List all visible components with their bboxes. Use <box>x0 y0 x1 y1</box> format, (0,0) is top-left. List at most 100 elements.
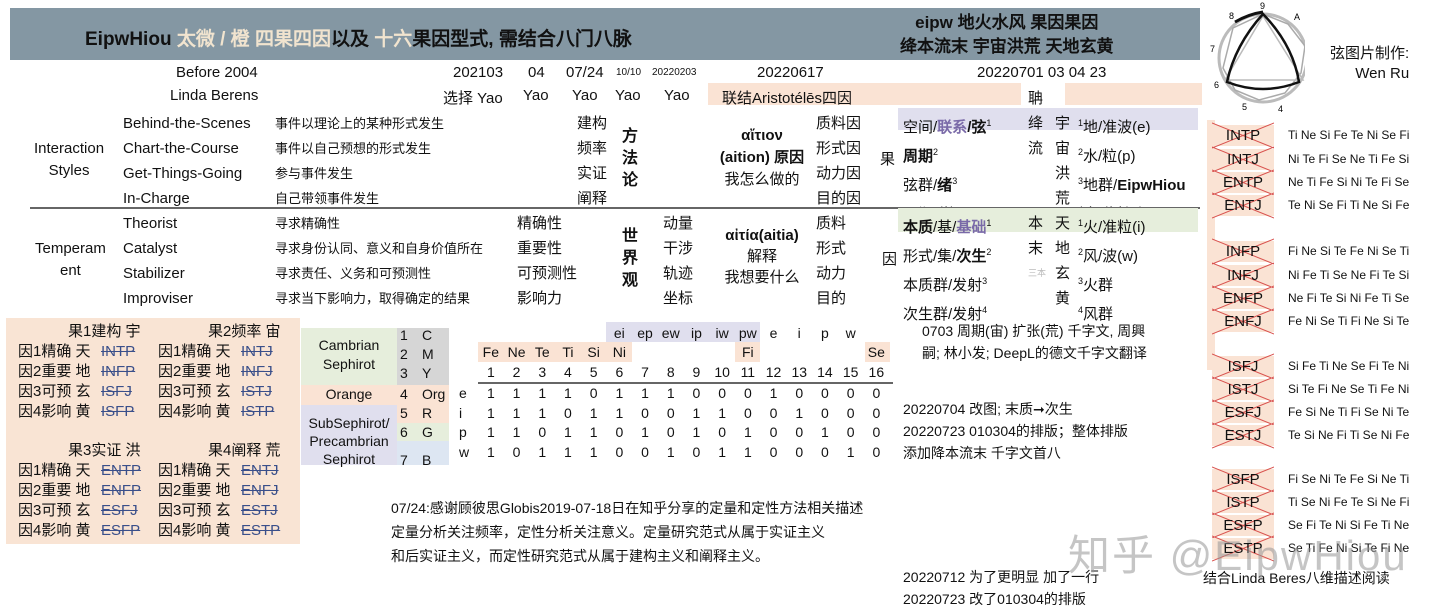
motion-term: 坐标 <box>663 290 694 307</box>
column-index: 1 <box>486 364 495 380</box>
char: 洪 <box>1055 165 1071 182</box>
binary-cell: 1 <box>589 443 598 460</box>
aition-meaning: 我怎么做的 <box>724 171 800 188</box>
sephirot-color-code: Org <box>422 386 446 402</box>
sephirot-color-code: Y <box>422 365 432 381</box>
char: 玄 <box>1055 265 1071 282</box>
cause-item: 目的 <box>816 290 847 307</box>
element: 火群 <box>1083 277 1114 294</box>
element: 风/波(w) <box>1083 248 1139 265</box>
mbti-type-struck: ENFJ <box>241 482 279 499</box>
subsephirot-label: SubSephirot/ Precambrian Sephirot <box>301 414 397 468</box>
binary-cell: 0 <box>769 404 778 421</box>
sephirot-color-code: B <box>422 452 432 468</box>
column-index: 8 <box>666 364 675 380</box>
column-index: 15 <box>842 364 859 380</box>
sephirot-number: 3 <box>400 365 408 381</box>
date-20220617: 20220617 <box>757 64 824 81</box>
function-label: Fi <box>742 344 754 360</box>
label-line: ent <box>60 262 81 279</box>
pair-label: ew <box>661 325 680 341</box>
title-mid: 以及 <box>330 29 369 50</box>
mbti-function-sequence: Te Ni Se Fi Ti Ne Si Fe <box>1288 198 1410 212</box>
timeline-author: Linda Berens <box>170 87 259 104</box>
term: 本质群/发射 <box>903 277 983 294</box>
style-name: Chart-the-Course <box>123 140 239 157</box>
row-label: p <box>459 424 467 440</box>
fruit-label: 果 <box>880 151 896 168</box>
subtitle-line-2: 绛本流末 宇宙洪荒 天地玄黄 <box>900 37 1114 56</box>
binary-cell: 0 <box>769 424 778 440</box>
char: 绛 <box>1028 115 1044 132</box>
binary-cell: 1 <box>743 443 752 460</box>
binary-cell: 0 <box>846 424 855 440</box>
binary-cell: 0 <box>795 385 804 401</box>
binary-cell: 1 <box>718 443 727 460</box>
pin-label: 聃 <box>1028 90 1044 107</box>
char: 宙 <box>1055 140 1071 157</box>
note-line: 0703 周期(宙) 扩张(荒) 千字文, 周興 <box>922 323 1146 339</box>
mbti-type-istj: ISTJ <box>1212 376 1274 403</box>
subtitle-line-1: eipw 地火水风 果因果因 <box>915 13 1099 32</box>
term-period: 周期 <box>903 148 934 165</box>
mbti-type-label: ESFJ <box>1224 404 1262 421</box>
binary-cell: 1 <box>512 424 521 440</box>
pair-label: pw <box>738 325 757 341</box>
mbti-type-esfj: ESFJ <box>1212 399 1274 426</box>
binary-cell: 1 <box>821 424 829 440</box>
binary-cell: 0 <box>821 404 829 421</box>
style-key: 建构 <box>577 115 608 132</box>
mbti-type-struck: ESTP <box>241 522 281 539</box>
temperament-name: Catalyst <box>123 240 178 257</box>
binary-cell: 1 <box>486 385 495 401</box>
binary-cell: 1 <box>564 424 572 440</box>
style-desc: 参与事件发生 <box>275 166 354 181</box>
fruit-title: 果3实证 洪 <box>68 442 141 459</box>
sephirot-color-code: M <box>422 346 434 362</box>
mbti-function-sequence: Ti Se Ni Fe Te Si Ne Fi <box>1288 495 1410 509</box>
pair-label: iw <box>715 325 729 341</box>
mbti-function-sequence: Fe Ni Se Ti Fi Ne Si Te <box>1288 314 1410 328</box>
binary-cell: 1 <box>615 404 624 421</box>
binary-cell: 0 <box>589 385 598 401</box>
orange-label: Orange <box>325 386 373 402</box>
binary-cell: 1 <box>769 385 778 401</box>
diagram-credit: 弦图片制作: Wen Ru <box>1330 44 1409 84</box>
cause-col-b: 天 地 玄 黄 <box>1055 211 1070 311</box>
mbti-function-sequence: Ni Te Fi Se Ne Ti Fe Si <box>1288 152 1410 166</box>
fruit-col-b: 宇 宙 洪 荒 <box>1055 111 1070 211</box>
mbti-type-intp: INTP <box>1212 122 1274 149</box>
binary-cell: 1 <box>666 385 675 401</box>
temperament-name: Theorist <box>123 215 178 232</box>
mbti-type-intj: INTJ <box>1212 146 1274 173</box>
cause-item: 动力 <box>816 265 847 282</box>
date-04: 04 <box>528 64 545 81</box>
sephirot-color-code: R <box>422 405 433 421</box>
temperament-desc: 寻求身份认同、意义和自身价值所在 <box>275 241 484 256</box>
mbti-type-struck: ENFP <box>101 482 142 499</box>
column-index: 11 <box>740 364 756 380</box>
style-name: Get-Things-Going <box>123 165 243 182</box>
row-label: e <box>459 385 467 401</box>
note-changelog: 20220704 改图; 末质➞次生 20220723 010304的排版；整体… <box>903 398 1128 464</box>
binary-cell: 1 <box>641 385 649 401</box>
binary-cell: 1 <box>692 404 701 421</box>
binary-cell: 1 <box>666 443 675 460</box>
sephirot-number: 6 <box>400 424 408 440</box>
binary-cell: 1 <box>512 385 521 401</box>
function-label: Se <box>867 344 885 360</box>
cause-item: 形式 <box>816 240 847 257</box>
cause-row-label: 因4影响 黄 <box>18 403 91 420</box>
yao-5: Yao <box>664 87 690 104</box>
style-key: 实证 <box>577 165 608 182</box>
pair-label: ei <box>613 325 625 341</box>
temperament-name: Improviser <box>123 290 194 307</box>
mbti-type-label: ENTJ <box>1224 197 1262 214</box>
binary-cell: 0 <box>641 443 649 460</box>
label-line: SubSephirot/ <box>308 415 390 431</box>
header-subtitle: eipw 地火水风 果因果因 绛本流末 宇宙洪荒 天地玄黄 <box>900 11 1113 59</box>
motion-term: 轨迹 <box>663 265 694 282</box>
cause-row-label: 因2重要 地 <box>18 363 91 380</box>
note-line: 和后实证主义，而定性研究范式从属于建构主义和阐释主义。 <box>391 548 769 564</box>
temperament-desc: 寻求精确性 <box>275 216 341 231</box>
